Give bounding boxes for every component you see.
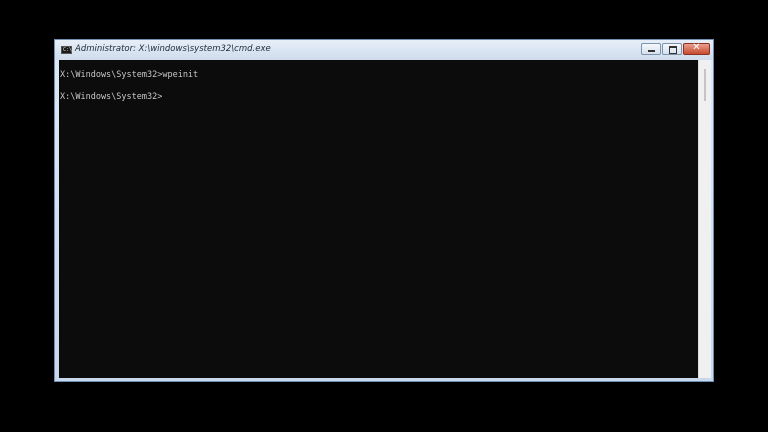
minimize-button[interactable] (641, 43, 661, 55)
close-button[interactable]: ✕ (683, 42, 710, 55)
caption-buttons: ✕ (640, 42, 710, 57)
cmd-window: C:\ Administrator: X:\windows\system32\c… (54, 39, 714, 382)
maximize-icon (669, 46, 677, 54)
cmd-icon-label: C:\ (63, 47, 73, 53)
console-output[interactable]: X:\Windows\System32>wpeinit X:\Windows\S… (59, 60, 698, 378)
scrollbar-thumb[interactable] (704, 69, 706, 101)
close-icon: ✕ (692, 42, 701, 53)
title-bar[interactable]: C:\ Administrator: X:\windows\system32\c… (55, 40, 713, 60)
maximize-button[interactable] (662, 43, 682, 55)
minimize-icon (648, 50, 655, 52)
window-title: Administrator: X:\windows\system32\cmd.e… (75, 44, 271, 54)
cmd-icon[interactable]: C:\ (61, 46, 72, 54)
desktop-background: C:\ Administrator: X:\windows\system32\c… (0, 0, 768, 432)
console-line: X:\Windows\System32>wpeinit (60, 70, 199, 80)
vertical-scrollbar[interactable] (698, 60, 711, 378)
console-prompt: X:\Windows\System32> (60, 92, 163, 102)
